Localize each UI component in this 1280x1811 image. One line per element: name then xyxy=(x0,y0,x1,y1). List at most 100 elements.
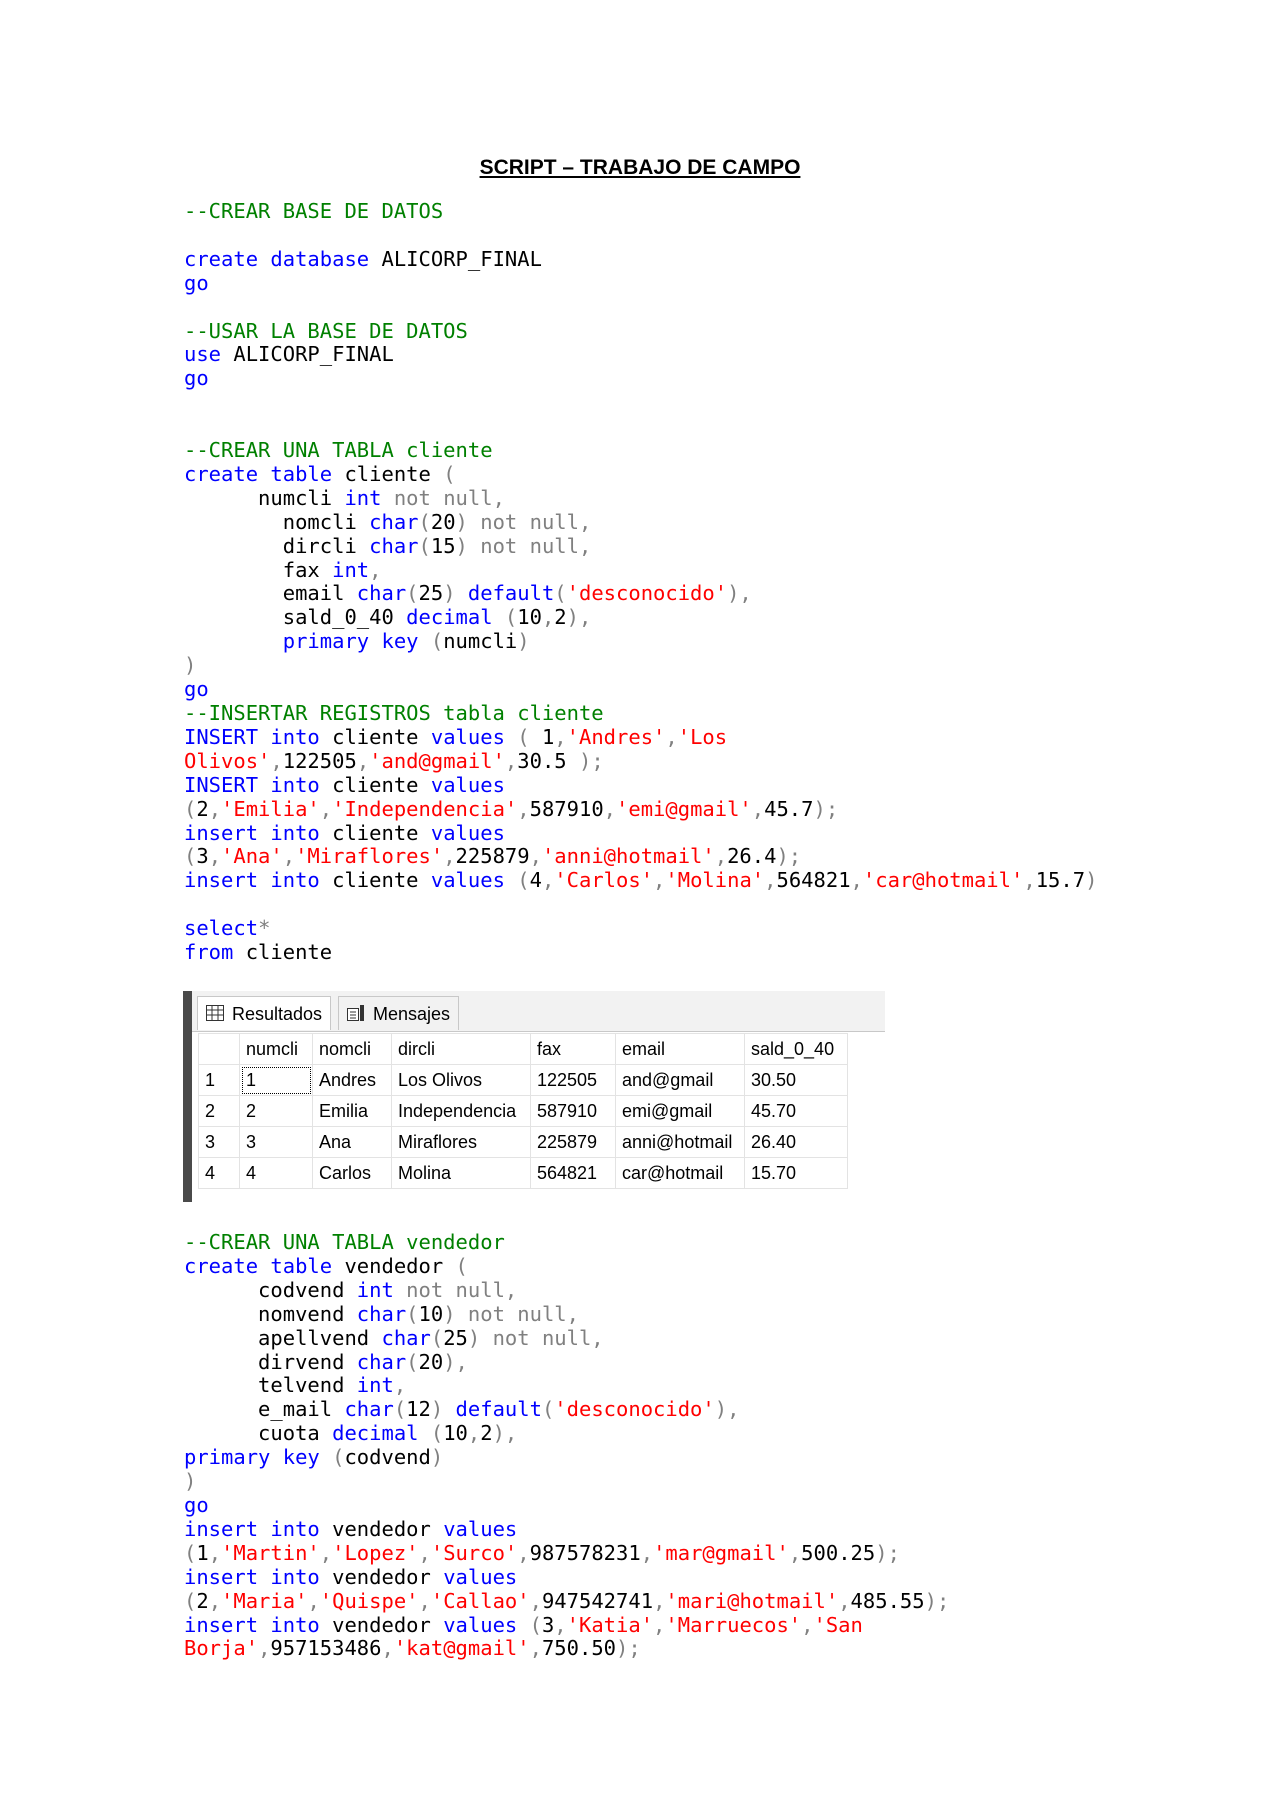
code-token: values xyxy=(430,772,505,797)
table-row[interactable]: 1 1 Andres Los Olivos 122505 and@gmail 3… xyxy=(198,1064,848,1096)
code-token: vendedor xyxy=(332,1612,444,1637)
code-token: primary key xyxy=(282,629,431,654)
code-token: values xyxy=(430,724,518,749)
code-token: ) xyxy=(184,1469,197,1494)
table-cell[interactable]: Los Olivos xyxy=(391,1064,531,1096)
code-line: (2,'Emilia','Independencia',587910,'emi@… xyxy=(184,796,1097,822)
code-token: INSERT into xyxy=(184,772,333,797)
code-line: ) xyxy=(184,653,1097,678)
code-line: use ALICORP_FINAL xyxy=(184,342,1097,367)
code-line: cuota decimal (10,2), xyxy=(184,1421,949,1446)
code-line: dircli char(15) not null, xyxy=(184,533,1097,559)
code-token: , xyxy=(418,1588,431,1613)
code-token: ( xyxy=(541,1397,555,1422)
code-token: 15 xyxy=(430,533,456,558)
code-token: 'Surco' xyxy=(430,1540,518,1565)
tab-results[interactable]: Resultados xyxy=(197,996,332,1030)
table-row[interactable]: 3 3 Ana Miraflores 225879 anni@hotmail 2… xyxy=(198,1126,848,1158)
code-token: ( xyxy=(184,1588,197,1613)
tab-results-label: Resultados xyxy=(232,1004,323,1024)
row-number: 1 xyxy=(198,1064,240,1096)
code-token: ( xyxy=(184,796,197,821)
table-row[interactable]: 2 2 Emilia Independencia 587910 emi@gmai… xyxy=(198,1095,848,1127)
column-header[interactable]: fax xyxy=(530,1033,616,1065)
code-token: , xyxy=(319,1540,333,1565)
code-token: numcli xyxy=(443,629,518,654)
table-cell[interactable]: Emilia xyxy=(312,1095,392,1127)
code-token: 564821 xyxy=(776,868,851,893)
code-token: primary key xyxy=(184,1445,333,1470)
column-header[interactable]: email xyxy=(615,1033,745,1065)
table-cell[interactable]: Independencia xyxy=(391,1095,531,1127)
table-cell[interactable]: Carlos xyxy=(312,1157,392,1189)
code-token: ) xyxy=(1085,868,1098,893)
code-token: , xyxy=(541,605,555,630)
code-token: ( xyxy=(455,1253,468,1278)
code-line: select* xyxy=(184,916,1097,941)
code-token: char xyxy=(356,1301,407,1326)
code-token: ), xyxy=(727,581,752,606)
code-token: cuota xyxy=(184,1421,333,1446)
table-cell[interactable]: Ana xyxy=(312,1126,392,1158)
column-header[interactable]: nomcli xyxy=(312,1033,392,1065)
document-title: SCRIPT – TRABAJO DE CAMPO xyxy=(479,156,801,179)
column-header[interactable]: sald_0_40 xyxy=(744,1033,848,1065)
table-cell[interactable]: 122505 xyxy=(530,1064,616,1096)
code-token: 'anni@hotmail' xyxy=(541,844,715,869)
code-token: 'Katia' xyxy=(566,1612,654,1637)
table-cell[interactable]: 26.40 xyxy=(744,1126,848,1158)
code-token: 2 xyxy=(554,605,567,630)
table-cell[interactable]: 587910 xyxy=(530,1095,616,1127)
table-cell[interactable]: Andres xyxy=(312,1064,392,1096)
code-token: 15.7 xyxy=(1035,868,1086,893)
code-token: 'kat@gmail' xyxy=(393,1636,530,1661)
column-header[interactable]: dircli xyxy=(391,1033,531,1065)
code-token: 25 xyxy=(418,581,444,606)
table-cell[interactable]: 3 xyxy=(239,1126,313,1158)
code-token: vendedor xyxy=(332,1564,444,1589)
table-cell[interactable]: and@gmail xyxy=(615,1064,745,1096)
table-cell[interactable]: 564821 xyxy=(530,1157,616,1189)
code-token: , xyxy=(640,1540,654,1565)
table-cell[interactable]: Molina xyxy=(391,1157,531,1189)
code-token: cliente xyxy=(344,461,444,486)
table-cell[interactable]: 1 xyxy=(239,1064,313,1096)
row-number-header xyxy=(198,1033,240,1065)
table-cell[interactable]: 225879 xyxy=(530,1126,616,1158)
code-token: dircli xyxy=(184,533,370,558)
code-line: go xyxy=(184,271,1097,296)
code-line: go xyxy=(184,677,1097,702)
code-line: (3,'Ana','Miraflores',225879,'anni@hotma… xyxy=(184,844,1097,869)
code-token: 957153486 xyxy=(270,1636,382,1661)
code-token: default xyxy=(467,581,555,606)
code-token: char xyxy=(344,1397,394,1422)
results-tab-bar: Resultados Mensajes xyxy=(192,991,885,1032)
code-token: --CREAR BASE DE DATOS xyxy=(184,199,444,223)
code-token: ( xyxy=(406,1349,419,1374)
table-cell[interactable]: anni@hotmail xyxy=(615,1126,745,1158)
code-token: , xyxy=(319,796,333,821)
code-line: --INSERTAR REGISTROS tabla cliente xyxy=(184,701,1097,726)
table-cell[interactable]: 2 xyxy=(239,1095,313,1127)
table-cell[interactable]: 30.50 xyxy=(744,1064,848,1096)
code-token: * xyxy=(258,916,271,941)
code-token: 587910 xyxy=(529,796,604,821)
table-cell[interactable]: 15.70 xyxy=(744,1157,848,1189)
code-token: cliente xyxy=(332,724,431,749)
table-cell[interactable]: 45.70 xyxy=(744,1095,848,1127)
table-cell[interactable]: 4 xyxy=(239,1157,313,1189)
table-cell[interactable]: car@hotmail xyxy=(615,1157,745,1189)
tab-messages[interactable]: Mensajes xyxy=(338,996,460,1030)
table-cell[interactable]: emi@gmail xyxy=(615,1095,745,1127)
code-token: , xyxy=(653,868,666,893)
code-token: ALICORP_FINAL xyxy=(233,342,394,367)
table-cell[interactable]: Miraflores xyxy=(391,1126,531,1158)
code-token: 25 xyxy=(443,1325,468,1350)
code-token: , xyxy=(751,796,765,821)
column-header[interactable]: numcli xyxy=(239,1033,313,1065)
code-line: INSERT into cliente values ( 1,'Andres',… xyxy=(184,724,1097,750)
code-token: 122505 xyxy=(282,748,357,773)
table-row[interactable]: 4 4 Carlos Molina 564821 car@hotmail 15.… xyxy=(198,1157,848,1189)
